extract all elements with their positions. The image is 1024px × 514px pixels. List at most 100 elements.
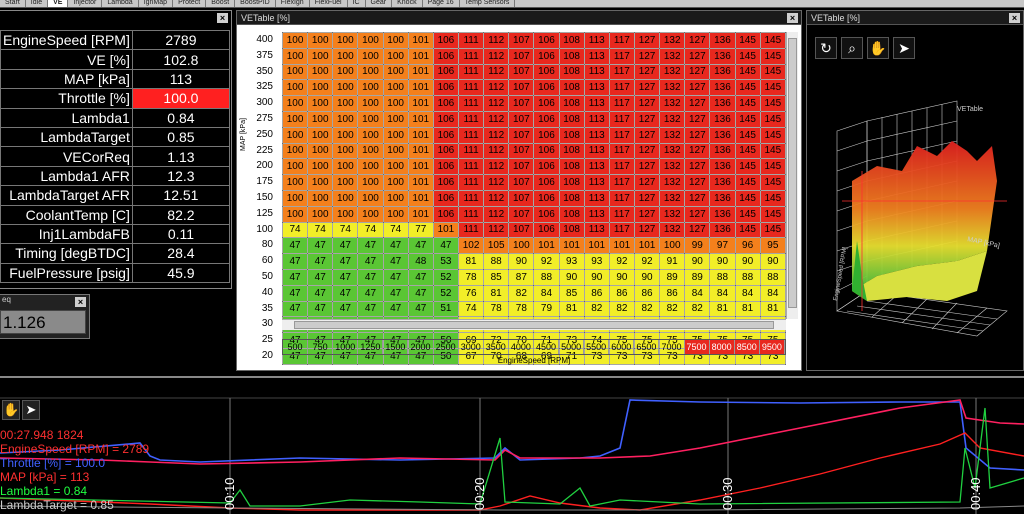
ve-cell[interactable]: 100: [307, 95, 334, 112]
ve-cell[interactable]: 145: [734, 110, 761, 128]
ve-cell[interactable]: 107: [508, 142, 535, 160]
ve-cell[interactable]: 132: [659, 79, 686, 97]
ve-cell[interactable]: 47: [307, 237, 334, 255]
ve-cell[interactable]: 111: [457, 126, 485, 144]
tab-boost[interactable]: Boost: [206, 0, 236, 7]
ve-cell[interactable]: 107: [508, 174, 535, 191]
ve-cell[interactable]: 74: [382, 221, 409, 239]
ve-cell[interactable]: 112: [483, 47, 510, 65]
tab-gear[interactable]: Gear: [366, 0, 393, 7]
ve-cell[interactable]: 47: [357, 300, 384, 318]
ve-cell[interactable]: 100: [281, 158, 309, 176]
ve-cell[interactable]: 132: [659, 95, 686, 112]
ve-cell[interactable]: 127: [684, 189, 711, 207]
ve-cell[interactable]: 47: [357, 284, 384, 302]
ve-cell[interactable]: 90: [734, 253, 761, 270]
ve-cell[interactable]: 145: [734, 32, 761, 49]
ve-cell[interactable]: 132: [659, 221, 686, 239]
ve-cell[interactable]: 145: [734, 126, 761, 144]
ve-cell[interactable]: 127: [684, 79, 711, 97]
ve-cell[interactable]: 106: [533, 221, 560, 239]
ve-cell[interactable]: 101: [407, 174, 434, 191]
ve-cell[interactable]: 117: [608, 95, 635, 112]
ve-cell[interactable]: 101: [407, 205, 434, 223]
ve-cell[interactable]: 112: [483, 221, 510, 239]
ve-cell[interactable]: 100: [332, 174, 359, 191]
ve-cell[interactable]: 136: [709, 221, 736, 239]
ve-cell[interactable]: 101: [407, 142, 434, 160]
ve-cell[interactable]: 100: [307, 32, 334, 49]
ve-cell[interactable]: 47: [332, 284, 359, 302]
ve-cell[interactable]: 127: [684, 174, 711, 191]
ve-cell[interactable]: 99: [684, 237, 711, 255]
ve-cell[interactable]: 100: [382, 174, 409, 191]
ve-cell[interactable]: 111: [457, 174, 485, 191]
ve-cell[interactable]: 81: [734, 300, 761, 318]
ve-cell[interactable]: 145: [734, 95, 761, 112]
ve-cell[interactable]: 108: [558, 79, 585, 97]
close-icon[interactable]: ×: [75, 297, 86, 307]
ve-cell[interactable]: 100: [281, 126, 309, 144]
ve-cell[interactable]: 101: [533, 237, 560, 255]
ve-cell[interactable]: 145: [759, 47, 787, 65]
ve-cell[interactable]: 100: [281, 110, 309, 128]
ve-cell[interactable]: 112: [483, 95, 510, 112]
zoom-icon[interactable]: ⌕: [841, 37, 863, 59]
ve-cell[interactable]: 106: [533, 126, 560, 144]
pointer-icon[interactable]: ➤: [22, 400, 40, 420]
ve-cell[interactable]: 145: [759, 158, 787, 176]
tab-injector[interactable]: Injector: [68, 0, 103, 7]
ve-cell[interactable]: 51: [432, 300, 459, 318]
tab-ignmap[interactable]: IgnMap: [139, 0, 174, 7]
ve-cell[interactable]: 127: [633, 95, 661, 112]
ve-cell[interactable]: 47: [307, 284, 334, 302]
ve-cell[interactable]: 100: [382, 47, 409, 65]
ve-cell[interactable]: 106: [533, 110, 560, 128]
ve-cell[interactable]: 106: [432, 174, 459, 191]
ve-cell[interactable]: 47: [432, 237, 459, 255]
ve-cell[interactable]: 107: [508, 63, 535, 81]
ve-cell[interactable]: 127: [633, 142, 661, 160]
ve-cell[interactable]: 78: [508, 300, 535, 318]
ve-cell[interactable]: 100: [332, 47, 359, 65]
ve-cell[interactable]: 93: [583, 253, 610, 270]
ve-cell[interactable]: 100: [281, 63, 309, 81]
ve-cell[interactable]: 100: [307, 174, 334, 191]
ve-cell[interactable]: 145: [759, 95, 787, 112]
ve-cell[interactable]: 88: [533, 268, 560, 286]
ve-cell[interactable]: 88: [734, 268, 761, 286]
ve-cell[interactable]: 107: [508, 95, 535, 112]
ve-cell[interactable]: 90: [709, 253, 736, 270]
ve-cell[interactable]: 100: [281, 32, 309, 49]
ve-cell[interactable]: 113: [583, 110, 610, 128]
ve-cell[interactable]: 84: [709, 284, 736, 302]
ve-cell[interactable]: 106: [533, 32, 560, 49]
ve-cell[interactable]: 100: [382, 32, 409, 49]
close-icon[interactable]: ×: [1009, 13, 1020, 23]
ve-cell[interactable]: 88: [483, 253, 510, 270]
ve-cell[interactable]: 112: [483, 142, 510, 160]
ve-cell[interactable]: 101: [407, 110, 434, 128]
ve-cell[interactable]: 79: [533, 300, 560, 318]
ve-cell[interactable]: 81: [457, 253, 485, 270]
ve-cell[interactable]: 89: [659, 268, 686, 286]
ve-cell[interactable]: 113: [583, 189, 610, 207]
ve-cell[interactable]: 47: [357, 268, 384, 286]
ve-cell[interactable]: 90: [633, 268, 661, 286]
ve-cell[interactable]: 101: [407, 63, 434, 81]
ve-cell[interactable]: 89: [684, 268, 711, 286]
ve-cell[interactable]: 91: [659, 253, 686, 270]
ve-cell[interactable]: 112: [483, 110, 510, 128]
ve-cell[interactable]: 101: [407, 126, 434, 144]
ve-cell[interactable]: 47: [357, 237, 384, 255]
ve-cell[interactable]: 74: [332, 221, 359, 239]
ve-cell[interactable]: 132: [659, 189, 686, 207]
ve-cell[interactable]: 111: [457, 95, 485, 112]
ve-cell[interactable]: 111: [457, 32, 485, 49]
ve-cell[interactable]: 100: [508, 237, 535, 255]
ve-cell[interactable]: 101: [558, 237, 585, 255]
ve-cell[interactable]: 127: [684, 110, 711, 128]
ve-cell[interactable]: 127: [684, 47, 711, 65]
ve-cell[interactable]: 53: [432, 253, 459, 270]
ve-cell[interactable]: 100: [307, 158, 334, 176]
